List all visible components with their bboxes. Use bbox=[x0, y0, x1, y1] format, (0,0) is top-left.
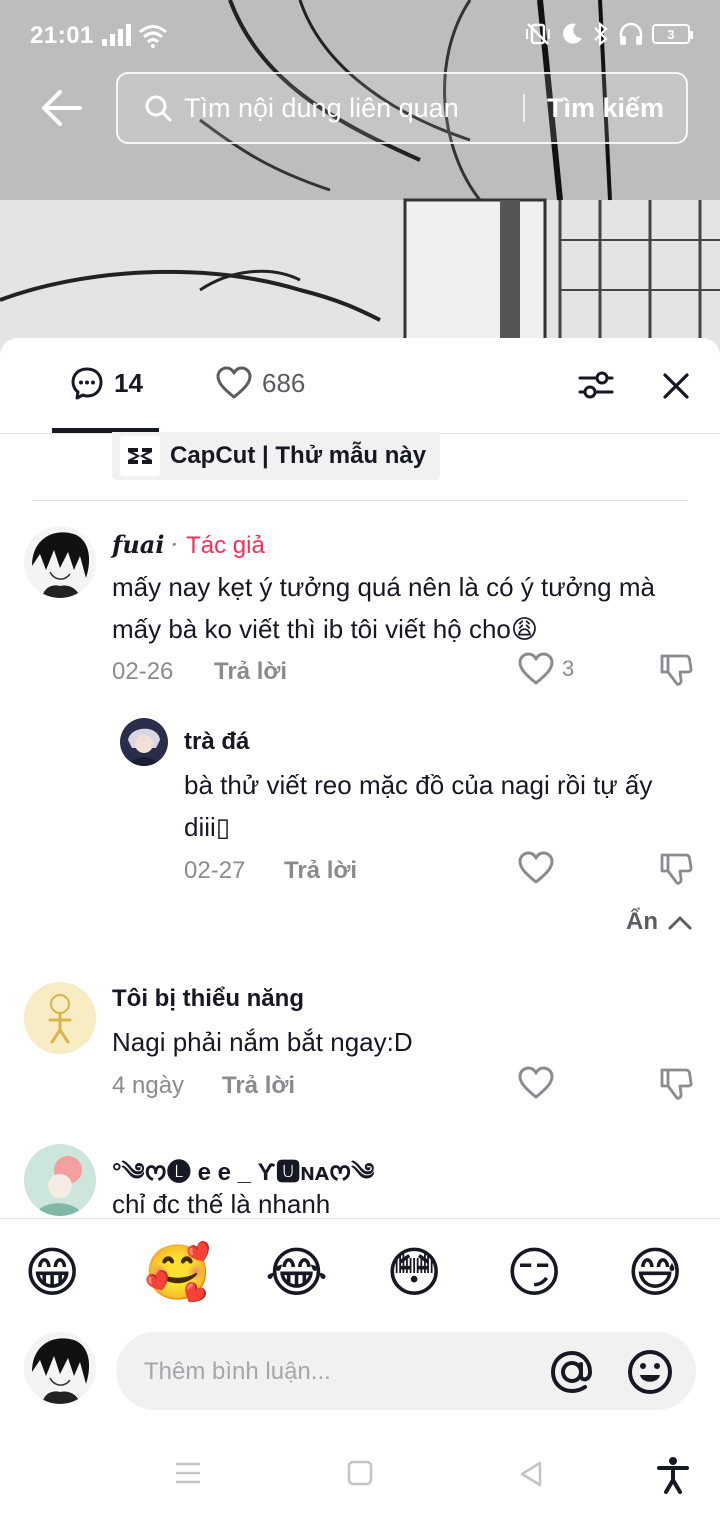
search-icon bbox=[145, 95, 172, 122]
like-count: 686 bbox=[262, 367, 306, 398]
vibrate-off-icon bbox=[526, 23, 550, 45]
search-button[interactable]: Tìm kiếm bbox=[547, 93, 664, 124]
heart-icon bbox=[518, 851, 554, 884]
divider bbox=[32, 500, 688, 501]
comment-icon bbox=[71, 367, 103, 400]
emoji-grin[interactable]: 😁 bbox=[24, 1243, 80, 1303]
capcut-label: CapCut | Thử mẫu này bbox=[170, 442, 427, 469]
emoji-smirk[interactable]: 😏 bbox=[506, 1243, 562, 1303]
comment-like-count: 3 bbox=[562, 656, 575, 681]
heart-icon bbox=[518, 652, 554, 685]
back-arrow-icon[interactable] bbox=[40, 88, 84, 128]
username-text: fuai bbox=[112, 530, 165, 559]
comment-input-row: Thêm bình luận... bbox=[0, 1330, 720, 1420]
search-input[interactable]: Tìm nội dung liên quan bbox=[184, 93, 501, 124]
search-separator bbox=[522, 94, 525, 122]
home-icon[interactable] bbox=[347, 1460, 373, 1486]
heart-icon bbox=[216, 366, 252, 399]
capcut-logo-icon bbox=[120, 436, 160, 476]
emoji-smiling-hearts[interactable]: 🥰 bbox=[144, 1243, 211, 1303]
status-time: 21:01 bbox=[30, 22, 94, 49]
comment-username[interactable]: trà đá bbox=[184, 728, 249, 756]
tab-comments[interactable]: 14 bbox=[70, 366, 143, 400]
comment-input[interactable]: Thêm bình luận... bbox=[116, 1332, 696, 1410]
comment-text: bà thử viết reo mặc đồ của nagi rồi tự ấ… bbox=[184, 770, 653, 842]
chevron-up-icon bbox=[668, 916, 692, 930]
comment-text: mấy nay kẹt ý tưởng quá nên là có ý tưởn… bbox=[112, 572, 655, 644]
reply-button[interactable]: Trả lời bbox=[284, 857, 357, 885]
accessibility-icon[interactable] bbox=[656, 1456, 690, 1494]
close-icon[interactable] bbox=[662, 372, 690, 400]
comment-like-button[interactable] bbox=[518, 1066, 554, 1100]
my-avatar bbox=[24, 1332, 96, 1404]
emoji-sweat-smile[interactable]: 😅 bbox=[627, 1243, 683, 1303]
comment-date: 02-27 bbox=[184, 857, 246, 884]
wifi-icon bbox=[139, 25, 167, 48]
separator-dot: · bbox=[170, 531, 179, 559]
bluetooth-icon bbox=[594, 22, 608, 46]
headphones-icon bbox=[619, 22, 643, 45]
comment-username[interactable]: fuai · Tác giả bbox=[112, 530, 265, 560]
avatar[interactable] bbox=[120, 718, 168, 766]
search-bar[interactable]: Tìm nội dung liên quan Tìm kiếm bbox=[116, 72, 688, 144]
system-navigation-bar bbox=[0, 1430, 720, 1520]
hide-replies-button[interactable]: Ẩn bbox=[626, 908, 692, 936]
comment-count: 14 bbox=[114, 367, 143, 398]
tab-likes[interactable]: 686 bbox=[216, 366, 305, 400]
moon-icon bbox=[563, 23, 582, 44]
dislike-icon[interactable] bbox=[658, 851, 694, 887]
status-bar: 21:01 3 bbox=[0, 0, 720, 72]
hide-replies-label: Ẩn bbox=[626, 908, 658, 935]
avatar[interactable] bbox=[24, 982, 96, 1054]
emoji-joy[interactable]: 😂 bbox=[265, 1243, 328, 1303]
reply-button[interactable]: Trả lời bbox=[222, 1072, 295, 1100]
comment-input-placeholder: Thêm bình luận... bbox=[144, 1358, 331, 1385]
emoji-picker-icon[interactable] bbox=[626, 1348, 674, 1396]
comment-date: 4 ngày bbox=[112, 1072, 185, 1099]
sheet-tabs: 14 686 bbox=[0, 338, 720, 434]
dislike-icon[interactable] bbox=[658, 1066, 694, 1102]
emoji-quick-bar: 😁 🥰 😂 😳 😏 😅 bbox=[0, 1218, 720, 1330]
comment-username[interactable]: Tôi bị thiểu năng bbox=[112, 985, 304, 1013]
heart-icon bbox=[518, 1066, 554, 1099]
comment-text: Nagi phải nắm bắt ngay:D bbox=[112, 1027, 413, 1057]
reply-button[interactable]: Trả lời bbox=[214, 658, 287, 686]
back-icon[interactable] bbox=[518, 1460, 544, 1488]
capcut-template-chip[interactable]: CapCut | Thử mẫu này bbox=[112, 432, 440, 480]
comment-like-button[interactable] bbox=[518, 851, 554, 885]
mention-at-icon[interactable] bbox=[548, 1348, 596, 1396]
filter-sliders-icon[interactable] bbox=[578, 370, 614, 400]
author-badge: Tác giả bbox=[186, 532, 265, 559]
avatar[interactable] bbox=[24, 526, 96, 598]
menu-icon[interactable] bbox=[174, 1460, 202, 1486]
signal-icon bbox=[102, 24, 131, 46]
emoji-flushed[interactable]: 😳 bbox=[386, 1243, 442, 1303]
dislike-icon[interactable] bbox=[658, 652, 694, 688]
avatar[interactable] bbox=[24, 1144, 96, 1216]
comment-like-button[interactable]: 3 bbox=[518, 652, 574, 686]
battery-level: 3 bbox=[667, 26, 675, 42]
battery-indicator: 3 bbox=[652, 24, 693, 44]
comment-date: 02-26 bbox=[112, 658, 174, 685]
